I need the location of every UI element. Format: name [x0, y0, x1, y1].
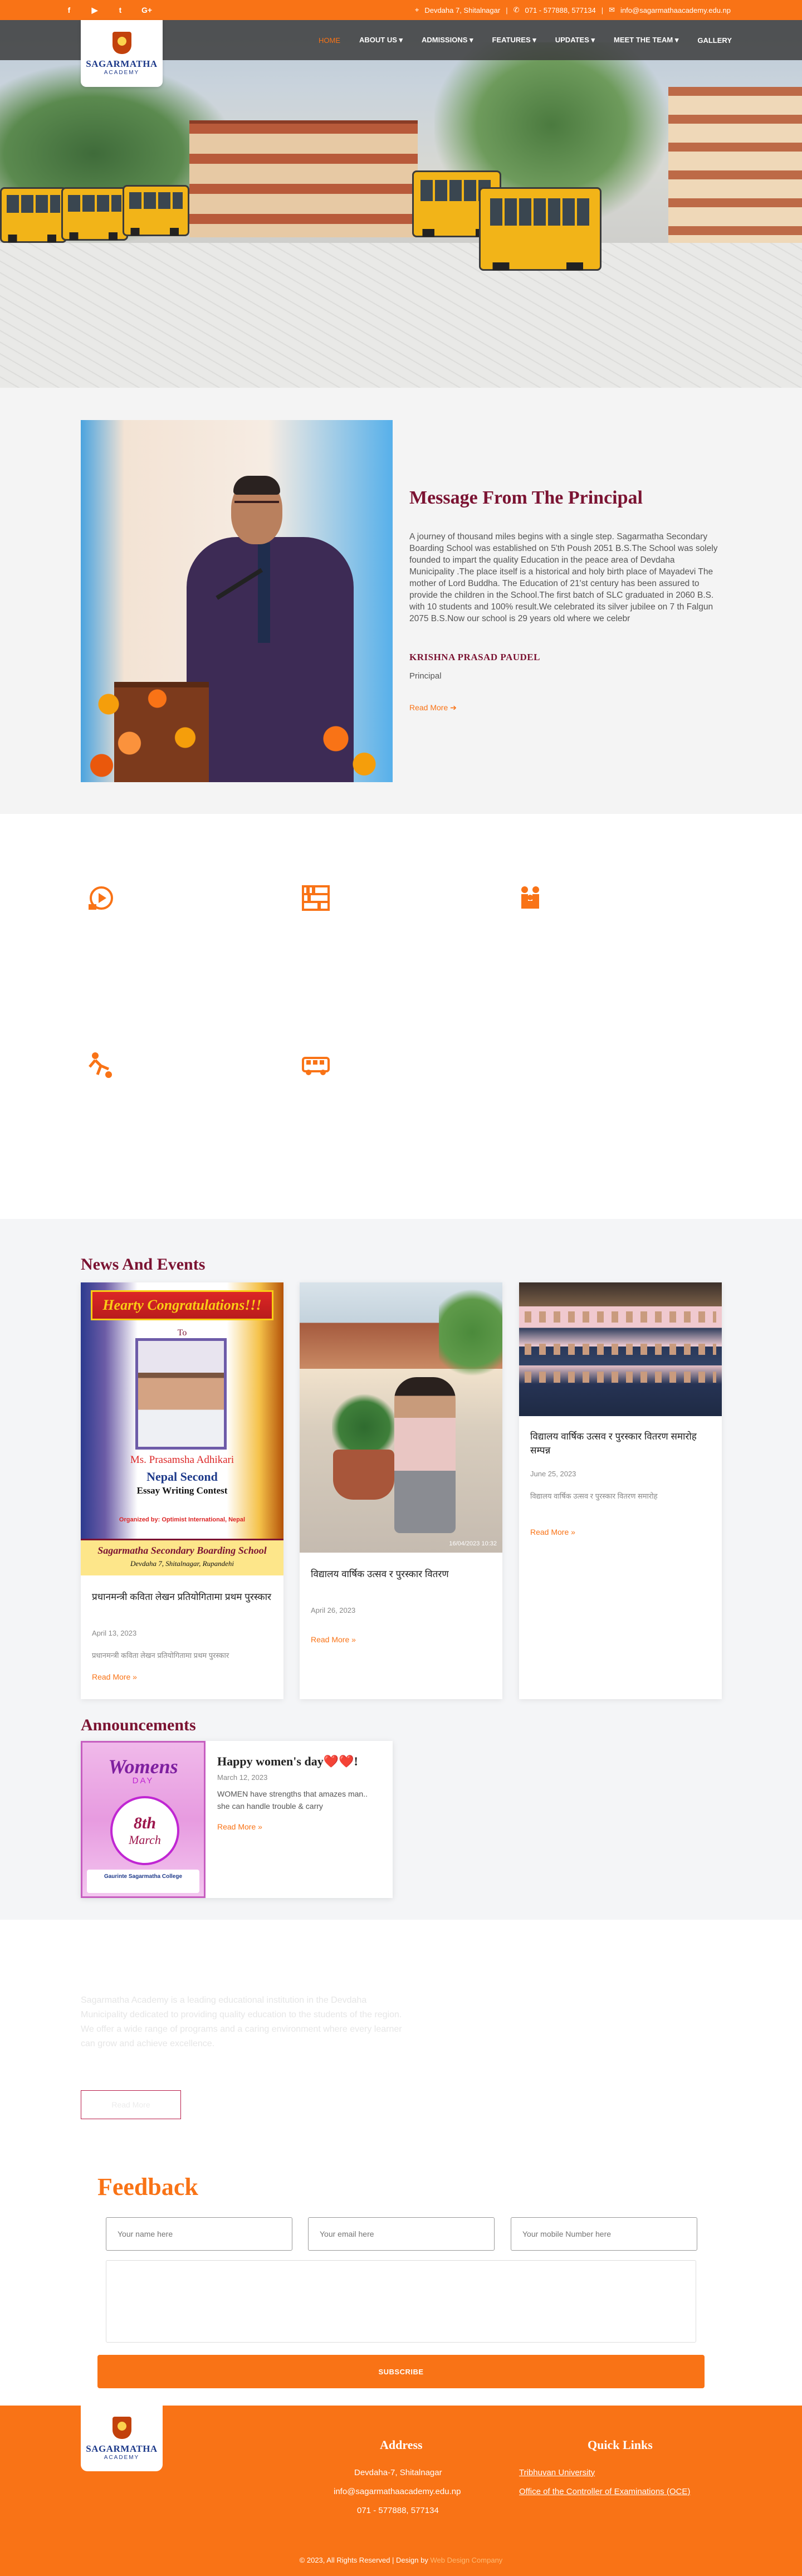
- announcement-card[interactable]: Womens DAY 8th March Gaurinte Sagarmatha…: [81, 1741, 393, 1898]
- news-read-more-link[interactable]: Read More »: [530, 1528, 575, 1536]
- separator: |: [601, 6, 604, 14]
- news-card-excerpt: प्रधानमन्त्री कविता लेखन प्रतियोगितामा प…: [92, 1651, 229, 1660]
- school-bus: [61, 187, 128, 241]
- google-plus-icon[interactable]: G+: [141, 6, 152, 14]
- announcement-title[interactable]: Happy women's day❤️❤️!: [217, 1754, 358, 1769]
- family-icon[interactable]: [515, 883, 545, 913]
- footer-quick-links-title: Quick Links: [588, 2438, 653, 2452]
- nav-home[interactable]: HOME: [319, 36, 340, 45]
- nav-meet-the-team[interactable]: MEET THE TEAM ▾: [614, 36, 678, 45]
- news-read-more-link[interactable]: Read More »: [92, 1672, 137, 1681]
- news-card-image: [519, 1282, 722, 1416]
- about-text: Sagarmatha Academy is a leading educatio…: [81, 1996, 402, 2048]
- announcement-read-more-link[interactable]: Read More »: [217, 1822, 262, 1831]
- footer-link-tribhuvan[interactable]: Tribhuvan University: [519, 2468, 595, 2477]
- mail-icon: ✉: [609, 6, 615, 14]
- news-card-title[interactable]: प्रधानमन्त्री कविता लेखन प्रतियोगितामा प…: [92, 1590, 272, 1604]
- mobile-input[interactable]: [511, 2217, 697, 2251]
- feedback-title: Feedback: [97, 2173, 198, 2201]
- announcement-date: March 12, 2023: [217, 1773, 268, 1782]
- address-text: Devdaha 7, Shitalnagar: [424, 6, 501, 14]
- message-textarea[interactable]: [106, 2260, 696, 2343]
- news-card-date: April 26, 2023: [311, 1606, 356, 1614]
- principal-role: Principal: [409, 671, 442, 681]
- news-card-date: April 13, 2023: [92, 1629, 137, 1637]
- nav-admissions[interactable]: ADMISSIONS ▾: [422, 36, 473, 45]
- contact-info: ⌖ Devdaha 7, Shitalnagar | ✆ 071 - 57788…: [415, 0, 731, 20]
- footer-logo[interactable]: SAGARMATHA ACADEMY: [81, 2406, 163, 2471]
- phone-icon: ✆: [513, 6, 520, 14]
- phone-text: 071 - 577888, 577134: [525, 6, 596, 14]
- principal-message-text: A journey of thousand miles begins with …: [409, 532, 718, 623]
- footer-address-title: Address: [380, 2438, 423, 2452]
- announcements-title: Announcements: [81, 1716, 196, 1734]
- twitter-icon[interactable]: t: [116, 6, 125, 14]
- principal-photo: [81, 420, 393, 782]
- transport-bus-icon[interactable]: [301, 1050, 331, 1080]
- nav-features[interactable]: FEATURES ▾: [492, 36, 536, 45]
- footer-address-line: Devdaha-7, Shitalnagar: [354, 2468, 442, 2477]
- footer-phone: 071 - 577888, 577134: [357, 2506, 439, 2515]
- news-section-title: News And Events: [81, 1255, 206, 1274]
- about-read-more-button[interactable]: Read More: [81, 2090, 181, 2119]
- subscribe-button[interactable]: SUBSCRIBE: [97, 2355, 705, 2388]
- site-logo[interactable]: SAGARMATHA ACADEMY: [81, 20, 163, 87]
- social-links: f ▶ t G+: [65, 0, 152, 20]
- news-card-title[interactable]: विद्यालय वार्षिक उत्सव र पुरस्कार वितरण: [311, 1567, 491, 1581]
- nav-about-us[interactable]: ABOUT US ▾: [359, 36, 403, 45]
- top-contact-bar: f ▶ t G+ ⌖ Devdaha 7, Shitalnagar | ✆ 07…: [0, 0, 802, 20]
- news-card[interactable]: Hearty Congratulations!!! To Ms. Prasams…: [81, 1282, 283, 1699]
- email-input[interactable]: [308, 2217, 495, 2251]
- news-card[interactable]: विद्यालय वार्षिक उत्सव र पुरस्कार वितरण …: [519, 1282, 722, 1699]
- principal-name: KRISHNA PRASAD PAUDEL: [409, 652, 540, 662]
- school-bus: [0, 187, 67, 243]
- footer-link-oce[interactable]: Office of the Controller of Examinations…: [519, 2487, 690, 2496]
- news-card-title[interactable]: विद्यालय वार्षिक उत्सव र पुरस्कार वितरण …: [530, 1430, 711, 1457]
- school-building: [189, 120, 418, 237]
- school-bus: [123, 185, 189, 236]
- news-card-image: 16/04/2023 10:32: [300, 1282, 502, 1553]
- principal-message-title: Message From The Principal: [409, 487, 643, 508]
- crest-icon: [112, 31, 131, 54]
- email-link[interactable]: info@sagarmathaacademy.edu.np: [620, 6, 731, 14]
- news-card-image: Hearty Congratulations!!! To Ms. Prasams…: [81, 1282, 283, 1575]
- news-read-more-link[interactable]: Read More »: [311, 1635, 356, 1644]
- copyright: © 2023, All Rights Reserved | Design by …: [299, 2556, 503, 2564]
- separator: |: [506, 6, 508, 14]
- sports-icon[interactable]: [86, 1050, 116, 1080]
- name-input[interactable]: [106, 2217, 292, 2251]
- main-menu: HOME ABOUT US ▾ ADMISSIONS ▾ FEATURES ▾ …: [319, 20, 732, 60]
- video-lesson-icon[interactable]: [86, 883, 116, 913]
- principal-read-more-link[interactable]: Read More ➔: [409, 703, 457, 713]
- designer-link[interactable]: Web Design Company: [430, 2556, 502, 2564]
- announcement-image: Womens DAY 8th March Gaurinte Sagarmatha…: [81, 1741, 206, 1898]
- school-bus: [479, 187, 602, 271]
- news-card[interactable]: 16/04/2023 10:32 विद्यालय वार्षिक उत्सव …: [300, 1282, 502, 1699]
- news-card-date: June 25, 2023: [530, 1470, 576, 1478]
- crest-icon: [112, 2416, 131, 2439]
- facebook-icon[interactable]: f: [65, 6, 74, 14]
- announcement-text: WOMEN have strengths that amazes man.. s…: [217, 1789, 368, 1811]
- nav-updates[interactable]: UPDATES ▾: [555, 36, 595, 45]
- footer-email[interactable]: info@sagarmathaacademy.edu.np: [334, 2487, 461, 2496]
- library-shelf-icon[interactable]: [301, 883, 331, 913]
- news-card-excerpt: विद्यालय वार्षिक उत्सव र पुरस्कार वितरण …: [530, 1492, 658, 1500]
- nav-gallery[interactable]: GALLERY: [697, 36, 732, 45]
- youtube-icon[interactable]: ▶: [90, 6, 99, 15]
- map-pin-icon: ⌖: [415, 6, 419, 14]
